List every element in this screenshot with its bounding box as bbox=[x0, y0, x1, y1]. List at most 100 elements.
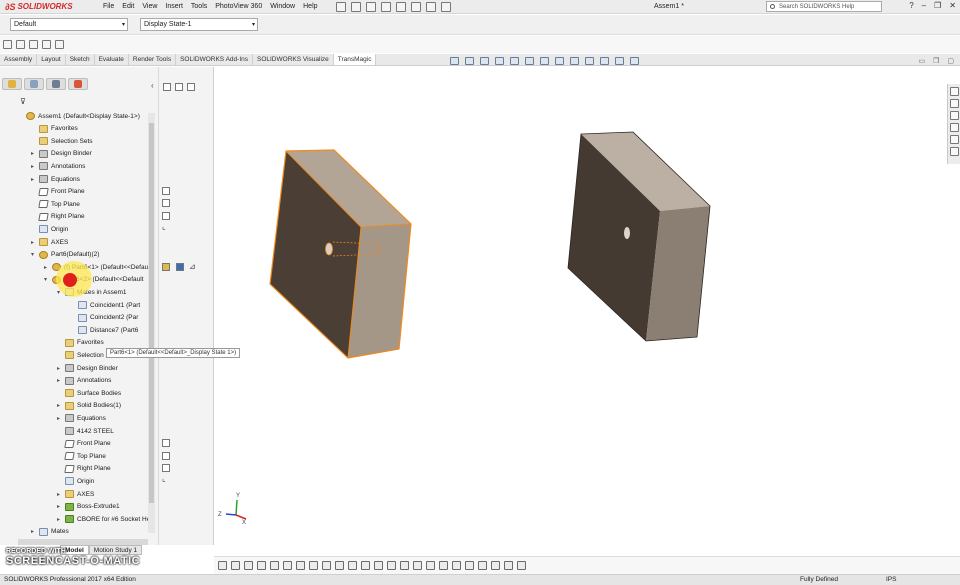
insert-component-icon[interactable] bbox=[3, 40, 12, 49]
two-view-icon[interactable] bbox=[413, 561, 422, 570]
tab-transmagic[interactable]: TransMagic bbox=[333, 54, 377, 65]
rotate-icon[interactable] bbox=[231, 561, 240, 570]
part6-instance-2[interactable] bbox=[567, 131, 711, 342]
tab-property-manager[interactable] bbox=[24, 78, 44, 90]
tree-item[interactable]: Distance7 (Part6 bbox=[70, 324, 138, 336]
help-question-icon[interactable]: ? bbox=[909, 1, 913, 10]
status-units[interactable]: IPS bbox=[886, 575, 896, 585]
tree-item[interactable]: Assem1 (Default<Display State-1>) bbox=[18, 110, 140, 122]
tree-scrollbar[interactable] bbox=[148, 113, 155, 533]
tree-item[interactable]: Coincident1 (Part bbox=[70, 299, 140, 311]
minimize-button[interactable]: – bbox=[922, 1, 926, 10]
new-document-icon[interactable] bbox=[335, 1, 346, 12]
expand-arrow-icon[interactable]: ▸ bbox=[57, 516, 65, 523]
expand-arrow-icon[interactable]: ▸ bbox=[57, 365, 65, 372]
section-view-icon[interactable] bbox=[495, 57, 504, 65]
tree-item[interactable]: 4142 STEEL bbox=[57, 425, 114, 437]
solidworks-resources-icon[interactable] bbox=[950, 87, 959, 96]
wireframe-icon[interactable] bbox=[465, 561, 474, 570]
tree-item[interactable]: ▸ Annotations bbox=[31, 160, 85, 172]
edit-appearance-icon[interactable] bbox=[570, 57, 579, 65]
expand-arrow-icon[interactable]: ▸ bbox=[57, 377, 65, 384]
left-view-icon[interactable] bbox=[296, 561, 305, 570]
perspective-icon[interactable] bbox=[491, 561, 500, 570]
tree-item[interactable]: ▸ Boss-Extrude1 bbox=[57, 501, 120, 513]
tree-item[interactable]: Surface Bodies bbox=[57, 387, 121, 399]
column-icon[interactable] bbox=[187, 83, 195, 91]
previous-view-icon[interactable] bbox=[480, 57, 489, 65]
tree-item[interactable]: Origin bbox=[31, 223, 68, 235]
part6-instance-1[interactable] bbox=[269, 149, 412, 359]
tree-item[interactable]: ▸ Mates bbox=[31, 526, 69, 538]
dynamic-annotation-icon[interactable] bbox=[510, 57, 519, 65]
expand-arrow-icon[interactable]: ▸ bbox=[44, 264, 52, 271]
dimetric-view-icon[interactable] bbox=[374, 561, 383, 570]
normal-to-icon[interactable] bbox=[387, 561, 396, 570]
menu-file[interactable]: File bbox=[103, 3, 114, 10]
tree-item[interactable]: Favorites bbox=[57, 337, 104, 349]
component-angle-icon[interactable]: ⊿ bbox=[189, 262, 196, 271]
component-visibility-icon[interactable] bbox=[162, 263, 170, 271]
undo-icon[interactable] bbox=[395, 1, 406, 12]
zoom-to-fit-icon[interactable] bbox=[450, 57, 459, 65]
menu-edit[interactable]: Edit bbox=[122, 3, 134, 10]
plane-visibility-icon[interactable] bbox=[162, 452, 170, 460]
trimetric-view-icon[interactable] bbox=[361, 561, 370, 570]
tree-item[interactable]: Front Plane bbox=[31, 186, 85, 198]
tab-display-manager[interactable] bbox=[68, 78, 88, 90]
smart-fasteners-icon[interactable] bbox=[42, 40, 51, 49]
menu-view[interactable]: View bbox=[142, 3, 157, 10]
view-palette-icon[interactable] bbox=[950, 123, 959, 132]
menu-insert[interactable]: Insert bbox=[165, 3, 183, 10]
isometric-view-icon[interactable] bbox=[348, 561, 357, 570]
menu-tools[interactable]: Tools bbox=[191, 3, 207, 10]
tree-item[interactable]: ▸ Equations bbox=[57, 412, 106, 424]
origin-visibility-icon[interactable]: ⌞ bbox=[162, 474, 166, 483]
viewport-minimize-icon[interactable]: ▭ bbox=[918, 57, 925, 65]
component-appearance-icon[interactable] bbox=[176, 263, 184, 271]
print-icon[interactable] bbox=[380, 1, 391, 12]
tree-item[interactable]: Front Plane bbox=[57, 438, 111, 450]
tree-item[interactable]: ▸ Equations bbox=[31, 173, 80, 185]
origin-visibility-icon[interactable]: ⌞ bbox=[162, 222, 166, 231]
tree-item[interactable]: Right Plane bbox=[31, 211, 85, 223]
tree-item[interactable]: ▸ AXES bbox=[57, 488, 94, 500]
options-gear-icon[interactable] bbox=[440, 1, 451, 12]
top-view-icon[interactable] bbox=[322, 561, 331, 570]
shadows-icon[interactable] bbox=[504, 561, 513, 570]
tree-item[interactable]: ▸ CBORE for #6 Socket Hea bbox=[57, 513, 154, 525]
zoom-icon[interactable] bbox=[218, 561, 227, 570]
expand-arrow-icon[interactable]: ▸ bbox=[31, 150, 39, 157]
tree-item[interactable]: ▸ Annotations bbox=[57, 375, 111, 387]
tab-solidworks-visualize[interactable]: SOLIDWORKS Visualize bbox=[253, 54, 334, 65]
tree-item[interactable]: ▸ AXES bbox=[31, 236, 68, 248]
expand-arrow-icon[interactable]: ▸ bbox=[31, 528, 39, 535]
open-icon[interactable] bbox=[350, 1, 361, 12]
restore-button[interactable]: ❐ bbox=[934, 1, 941, 10]
link-views-icon[interactable] bbox=[439, 561, 448, 570]
shaded-icon[interactable] bbox=[452, 561, 461, 570]
tree-item[interactable]: Top Plane bbox=[57, 450, 106, 462]
display-pane-icon[interactable] bbox=[615, 57, 624, 65]
front-view-icon[interactable] bbox=[270, 561, 279, 570]
custom-properties-icon[interactable] bbox=[950, 147, 959, 156]
collapse-arrow-icon[interactable]: ▾ bbox=[31, 251, 39, 258]
tree-item[interactable]: ▸ Design Binder bbox=[57, 362, 118, 374]
right-view-icon[interactable] bbox=[309, 561, 318, 570]
hide-show-items-icon[interactable] bbox=[555, 57, 564, 65]
tab-evaluate[interactable]: Evaluate bbox=[95, 54, 129, 65]
tab-render-tools[interactable]: Render Tools bbox=[129, 54, 177, 65]
zoom-to-area-icon[interactable] bbox=[465, 57, 474, 65]
tree-item[interactable]: Favorites bbox=[31, 123, 78, 135]
expand-arrow-icon[interactable]: ▸ bbox=[31, 163, 39, 170]
plane-visibility-icon[interactable] bbox=[162, 464, 170, 472]
expand-arrow-icon[interactable]: ▸ bbox=[57, 402, 65, 409]
hidden-lines-icon[interactable] bbox=[478, 561, 487, 570]
bottom-view-icon[interactable] bbox=[335, 561, 344, 570]
linear-pattern-icon[interactable] bbox=[29, 40, 38, 49]
view-orientation-icon[interactable] bbox=[525, 57, 534, 65]
collapse-arrow-icon[interactable]: ▾ bbox=[44, 276, 52, 283]
tree-item[interactable]: Selection Sets bbox=[31, 135, 93, 147]
tree-item[interactable]: ▸ Solid Bodies(1) bbox=[57, 400, 121, 412]
tab-solidworks-add-ins[interactable]: SOLIDWORKS Add-Ins bbox=[176, 54, 253, 65]
